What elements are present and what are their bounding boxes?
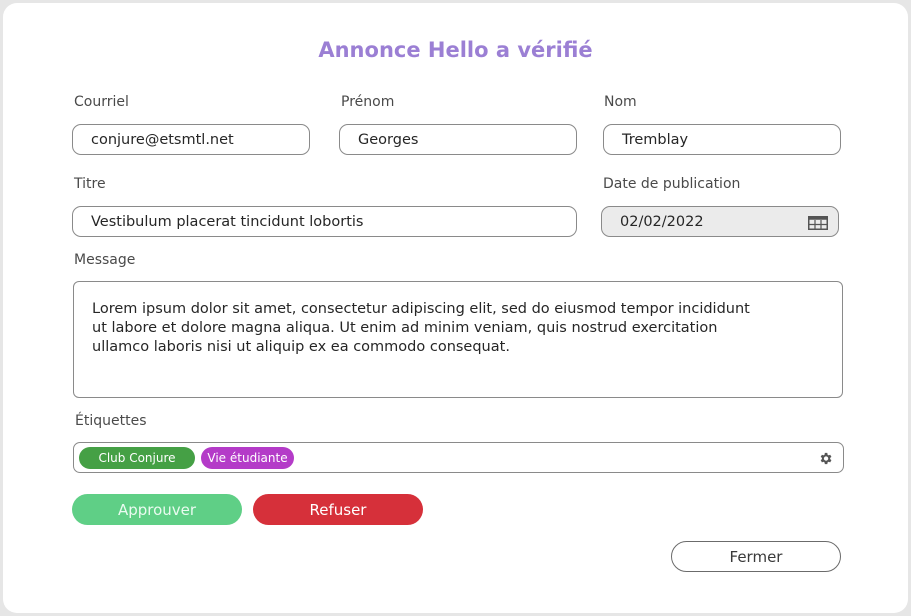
message-textarea[interactable]: Lorem ipsum dolor sit amet, consectetur … xyxy=(73,281,843,398)
title-value: Vestibulum placerat tincidunt lobortis xyxy=(91,213,364,230)
publish-date-field[interactable]: 02/02/2022 xyxy=(601,206,839,237)
title-label: Titre xyxy=(74,176,106,192)
first-name-field[interactable]: Georges xyxy=(339,124,577,155)
message-line: ullamco laboris nisi ut aliquip ex ea co… xyxy=(92,339,510,355)
last-name-field[interactable]: Tremblay xyxy=(603,124,841,155)
tag-club-conjure[interactable]: Club Conjure xyxy=(79,447,195,469)
refuse-button-label: Refuser xyxy=(309,500,367,519)
gear-icon[interactable] xyxy=(818,451,833,466)
email-value: conjure@etsmtl.net xyxy=(91,131,234,148)
approve-button[interactable]: Approuver xyxy=(72,494,242,525)
approve-button-label: Approuver xyxy=(117,500,197,519)
last-name-value: Tremblay xyxy=(622,131,689,148)
tags-label: Étiquettes xyxy=(75,413,147,429)
close-button[interactable]: Fermer xyxy=(671,541,841,572)
refuse-button[interactable]: Refuser xyxy=(253,494,423,525)
dialog-title: Annonce Hello a vérifié xyxy=(318,38,593,62)
first-name-value: Georges xyxy=(358,131,419,148)
first-name-label: Prénom xyxy=(341,94,395,110)
tag-vie-etudiante[interactable]: Vie étudiante xyxy=(201,447,294,469)
tag-label: Club Conjure xyxy=(98,451,176,465)
message-line: ut labore et dolore magna aliqua. Ut eni… xyxy=(92,320,718,336)
calendar-icon[interactable] xyxy=(808,215,828,230)
tags-input[interactable]: Club Conjure Vie étudiante xyxy=(73,442,844,473)
close-button-label: Fermer xyxy=(729,547,783,566)
last-name-label: Nom xyxy=(604,94,637,110)
title-field[interactable]: Vestibulum placerat tincidunt lobortis xyxy=(72,206,577,237)
publish-date-value: 02/02/2022 xyxy=(620,213,704,230)
email-field[interactable]: conjure@etsmtl.net xyxy=(72,124,310,155)
email-label: Courriel xyxy=(74,94,129,110)
message-line: Lorem ipsum dolor sit amet, consectetur … xyxy=(92,301,750,317)
message-label: Message xyxy=(74,252,136,268)
publish-date-label: Date de publication xyxy=(603,176,741,192)
tag-label: Vie étudiante xyxy=(207,451,288,465)
